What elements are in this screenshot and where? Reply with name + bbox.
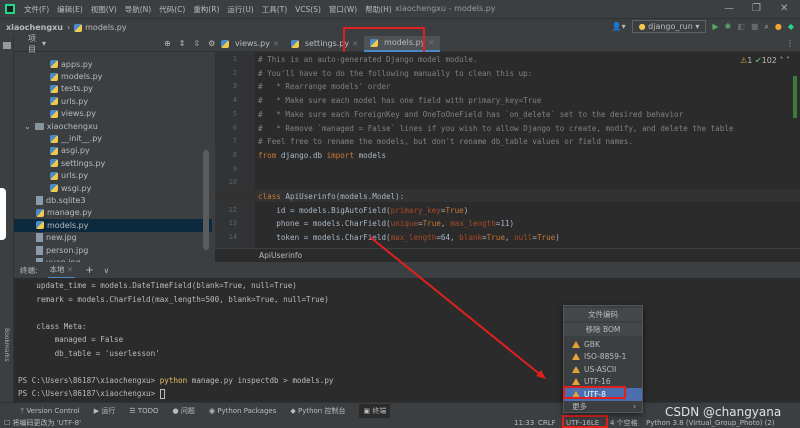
watermark: CSDN @changyana <box>665 405 782 419</box>
annotation-arrow <box>369 236 546 379</box>
arrow-line <box>369 236 543 377</box>
